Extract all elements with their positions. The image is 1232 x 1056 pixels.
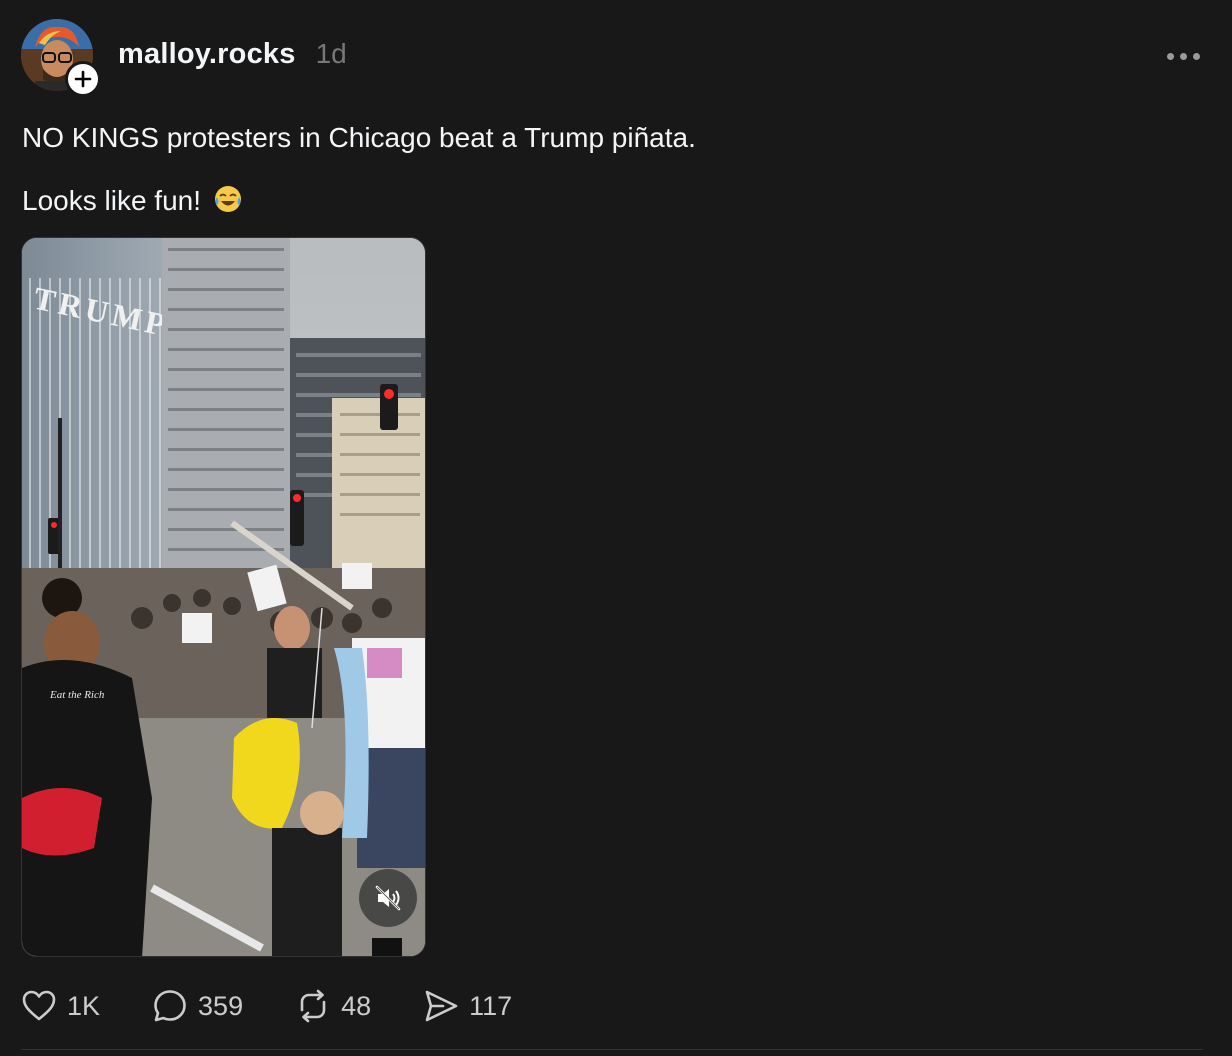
reply-count: 359 <box>198 990 244 1021</box>
repost-button[interactable]: 48 <box>295 988 371 1024</box>
reply-button[interactable]: 359 <box>152 988 243 1024</box>
post-text-line-2: Looks like fun! <box>22 184 243 221</box>
shirt-text: Eat the Rich <box>49 689 105 701</box>
repost-count: 48 <box>341 990 372 1021</box>
username-link[interactable]: malloy.rocks <box>118 38 296 71</box>
volume-muted-icon <box>375 885 401 911</box>
more-dot <box>1179 52 1187 60</box>
more-options-button[interactable] <box>1160 40 1206 72</box>
more-dot <box>1166 52 1174 60</box>
heart-icon <box>22 990 56 1021</box>
post-divider <box>21 1049 1203 1050</box>
like-count: 1K <box>67 990 101 1021</box>
share-button[interactable]: 117 <box>423 988 512 1024</box>
post-text-line-1: NO KINGS protesters in Chicago beat a Tr… <box>22 122 696 153</box>
like-button[interactable]: 1K <box>21 988 100 1024</box>
avatar-container[interactable] <box>21 19 101 97</box>
post-actions: 1K 359 48 117 <box>21 984 564 1028</box>
repost-icon <box>300 989 326 1023</box>
comment-icon <box>154 990 186 1022</box>
video-frame: TRUMP Eat the Rich <box>22 238 425 956</box>
thread-post: malloy.rocks 1d NO KINGS protesters in C… <box>0 0 1232 1056</box>
post-timestamp[interactable]: 1d <box>316 38 347 70</box>
send-icon <box>425 990 458 1022</box>
more-dot <box>1192 52 1200 60</box>
mute-toggle-button[interactable] <box>359 869 417 927</box>
video-player[interactable]: TRUMP Eat the Rich <box>21 237 426 957</box>
post-text-line-2-content: Looks like fun! <box>22 185 201 216</box>
share-count: 117 <box>469 990 513 1021</box>
plus-icon <box>74 70 92 88</box>
post-header: malloy.rocks 1d <box>118 38 347 71</box>
face-with-tears-of-joy-icon <box>213 184 243 221</box>
follow-button[interactable] <box>65 61 101 97</box>
